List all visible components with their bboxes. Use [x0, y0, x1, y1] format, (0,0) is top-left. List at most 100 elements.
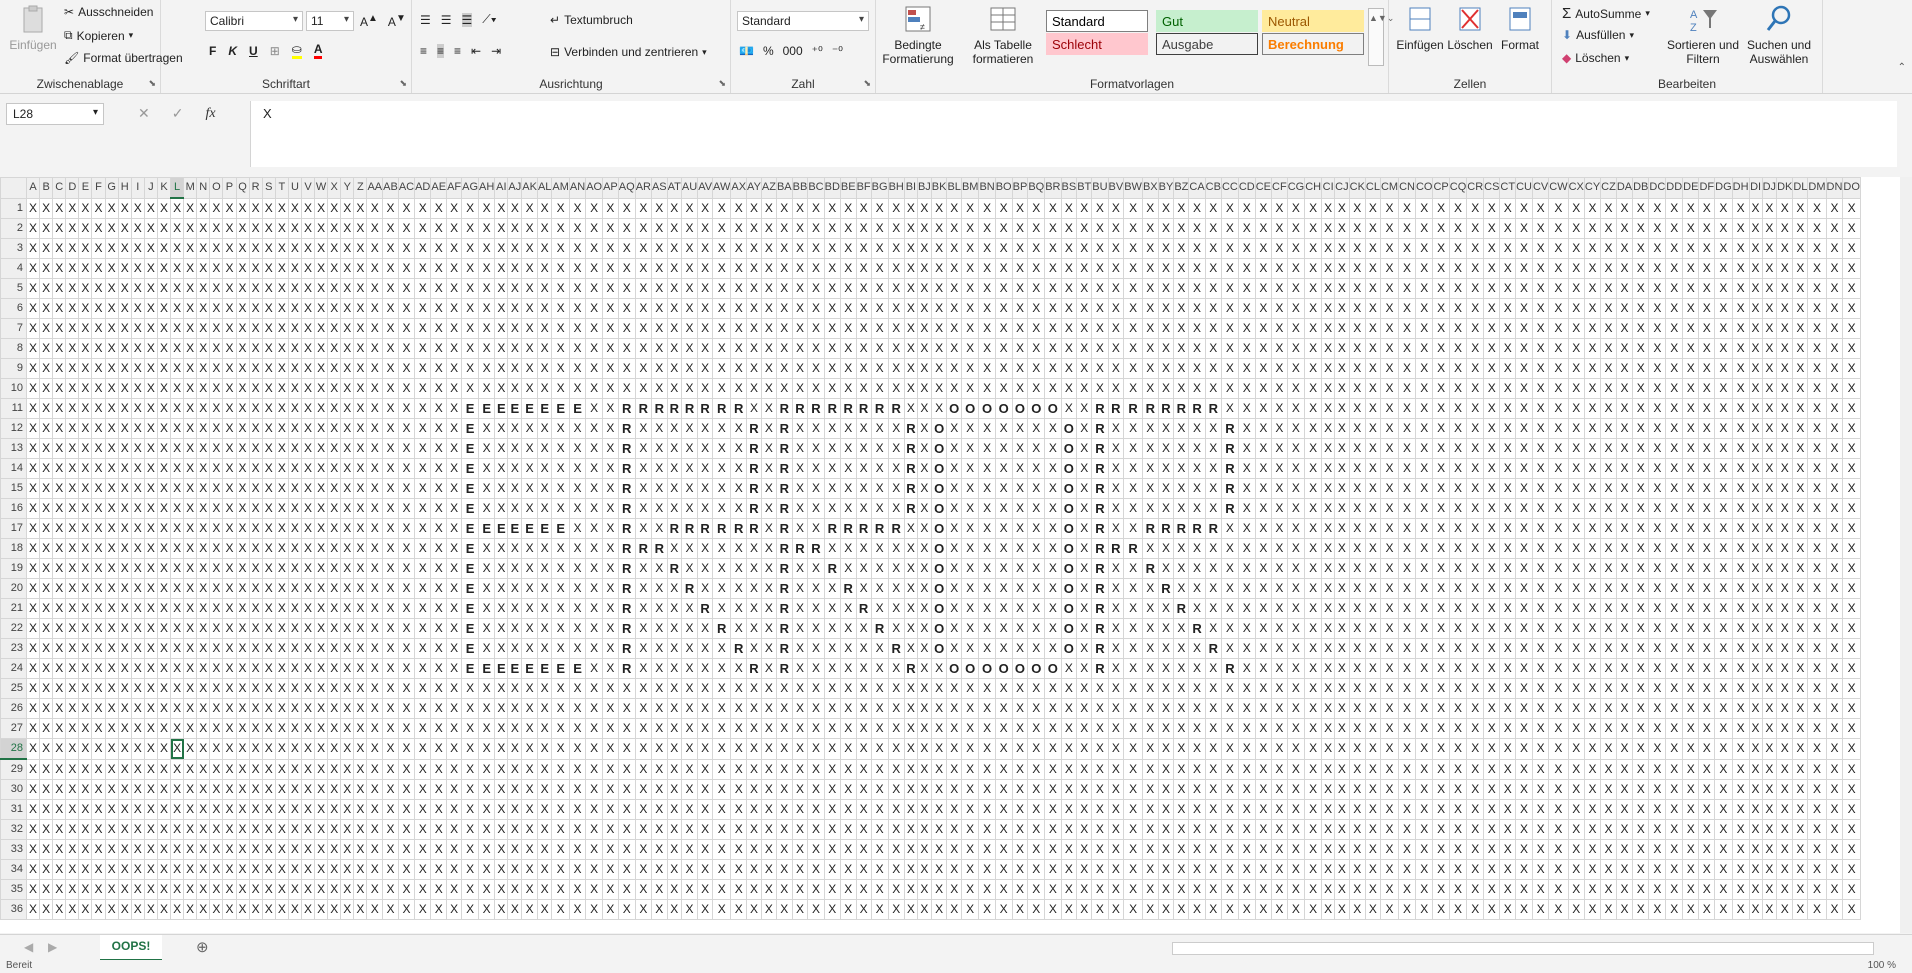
- cell[interactable]: X: [397, 638, 416, 659]
- cell[interactable]: X: [1776, 318, 1794, 339]
- cell[interactable]: X: [1825, 678, 1844, 699]
- cell[interactable]: X: [52, 819, 67, 840]
- cell[interactable]: X: [1615, 839, 1634, 860]
- cell[interactable]: X: [712, 578, 732, 599]
- cell[interactable]: X: [903, 358, 918, 379]
- cell[interactable]: X: [1107, 638, 1125, 659]
- cell[interactable]: X: [494, 578, 509, 599]
- cell[interactable]: X: [1648, 258, 1667, 279]
- cell[interactable]: X: [446, 899, 463, 920]
- cell[interactable]: X: [602, 318, 619, 339]
- cell[interactable]: X: [1698, 839, 1716, 860]
- cell[interactable]: X: [235, 758, 250, 780]
- cell[interactable]: X: [1321, 678, 1336, 699]
- cell[interactable]: X: [1825, 819, 1844, 840]
- cell[interactable]: X: [1748, 558, 1763, 579]
- cell[interactable]: X: [1107, 438, 1125, 459]
- cell[interactable]: X: [1334, 678, 1350, 699]
- cell[interactable]: X: [1432, 238, 1450, 259]
- cell[interactable]: X: [775, 698, 793, 719]
- cell[interactable]: X: [1271, 558, 1288, 579]
- cell[interactable]: X: [130, 278, 145, 299]
- cell[interactable]: X: [143, 558, 158, 579]
- cell[interactable]: X: [1364, 278, 1381, 299]
- cell[interactable]: X: [1432, 438, 1450, 459]
- cell[interactable]: X: [52, 197, 67, 219]
- cell[interactable]: X: [1123, 378, 1143, 399]
- cell[interactable]: X: [1254, 258, 1273, 279]
- cell[interactable]: X: [397, 478, 416, 499]
- cell[interactable]: X: [353, 278, 368, 299]
- cell[interactable]: X: [65, 899, 80, 920]
- cell[interactable]: X: [461, 298, 480, 319]
- cell[interactable]: X: [1044, 578, 1062, 599]
- column-header[interactable]: I: [130, 177, 145, 199]
- column-header[interactable]: BB: [791, 177, 809, 199]
- cell[interactable]: X: [1123, 658, 1143, 679]
- cell[interactable]: X: [666, 879, 682, 900]
- cell[interactable]: X: [143, 799, 158, 820]
- cell[interactable]: X: [1348, 718, 1366, 739]
- column-header[interactable]: AT: [666, 177, 682, 199]
- cell[interactable]: X: [930, 238, 948, 259]
- cell[interactable]: X: [1076, 538, 1093, 559]
- cell[interactable]: X: [314, 197, 329, 219]
- cell[interactable]: X: [536, 598, 553, 619]
- cell[interactable]: X: [916, 819, 932, 840]
- cell[interactable]: X: [666, 458, 682, 479]
- cell[interactable]: X: [1632, 899, 1650, 920]
- cell[interactable]: X: [1237, 358, 1256, 379]
- cell[interactable]: X: [222, 879, 237, 900]
- cell[interactable]: X: [602, 718, 619, 739]
- cell[interactable]: X: [1466, 598, 1485, 619]
- cell[interactable]: X: [1531, 197, 1550, 219]
- cell[interactable]: X: [1648, 478, 1667, 499]
- cell[interactable]: X: [430, 879, 448, 900]
- cell[interactable]: X: [585, 458, 604, 479]
- cell[interactable]: X: [1531, 478, 1550, 499]
- cell[interactable]: X: [650, 819, 668, 840]
- cell[interactable]: X: [697, 738, 714, 760]
- cell[interactable]: X: [839, 718, 857, 739]
- cell[interactable]: X: [960, 258, 980, 279]
- cell[interactable]: X: [666, 298, 682, 319]
- cell[interactable]: R: [887, 638, 905, 659]
- cell[interactable]: X: [353, 498, 368, 519]
- cell[interactable]: X: [117, 298, 132, 319]
- cell[interactable]: R: [746, 658, 762, 679]
- cell[interactable]: X: [1448, 718, 1468, 739]
- cell[interactable]: X: [680, 278, 699, 299]
- cell[interactable]: X: [536, 738, 553, 760]
- cell[interactable]: X: [1107, 899, 1125, 920]
- cell[interactable]: X: [1060, 758, 1078, 780]
- cell[interactable]: X: [1304, 197, 1323, 219]
- cell[interactable]: X: [222, 598, 237, 619]
- cell[interactable]: X: [1761, 258, 1778, 279]
- cell[interactable]: X: [314, 378, 329, 399]
- cell[interactable]: X: [261, 738, 276, 760]
- cell[interactable]: X: [446, 438, 463, 459]
- cell[interactable]: X: [1204, 458, 1222, 479]
- cell[interactable]: X: [52, 598, 67, 619]
- cell[interactable]: X: [130, 698, 145, 719]
- cell[interactable]: X: [397, 598, 416, 619]
- cell[interactable]: X: [248, 258, 263, 279]
- cell[interactable]: X: [1220, 338, 1239, 359]
- cell[interactable]: X: [634, 258, 652, 279]
- cell[interactable]: X: [1254, 278, 1273, 299]
- cell[interactable]: X: [1448, 318, 1468, 339]
- cell[interactable]: X: [730, 598, 748, 619]
- cell[interactable]: X: [551, 197, 570, 219]
- cell[interactable]: X: [1334, 358, 1350, 379]
- cell[interactable]: X: [1632, 578, 1650, 599]
- cell[interactable]: X: [1204, 418, 1222, 439]
- cell[interactable]: X: [978, 738, 996, 760]
- cell[interactable]: R: [712, 618, 732, 639]
- cell[interactable]: X: [314, 738, 329, 760]
- cell[interactable]: X: [1364, 758, 1381, 780]
- cell[interactable]: X: [1648, 879, 1667, 900]
- cell[interactable]: X: [585, 478, 604, 499]
- cell[interactable]: X: [1286, 458, 1306, 479]
- cell[interactable]: X: [507, 278, 523, 299]
- cell[interactable]: X: [791, 258, 809, 279]
